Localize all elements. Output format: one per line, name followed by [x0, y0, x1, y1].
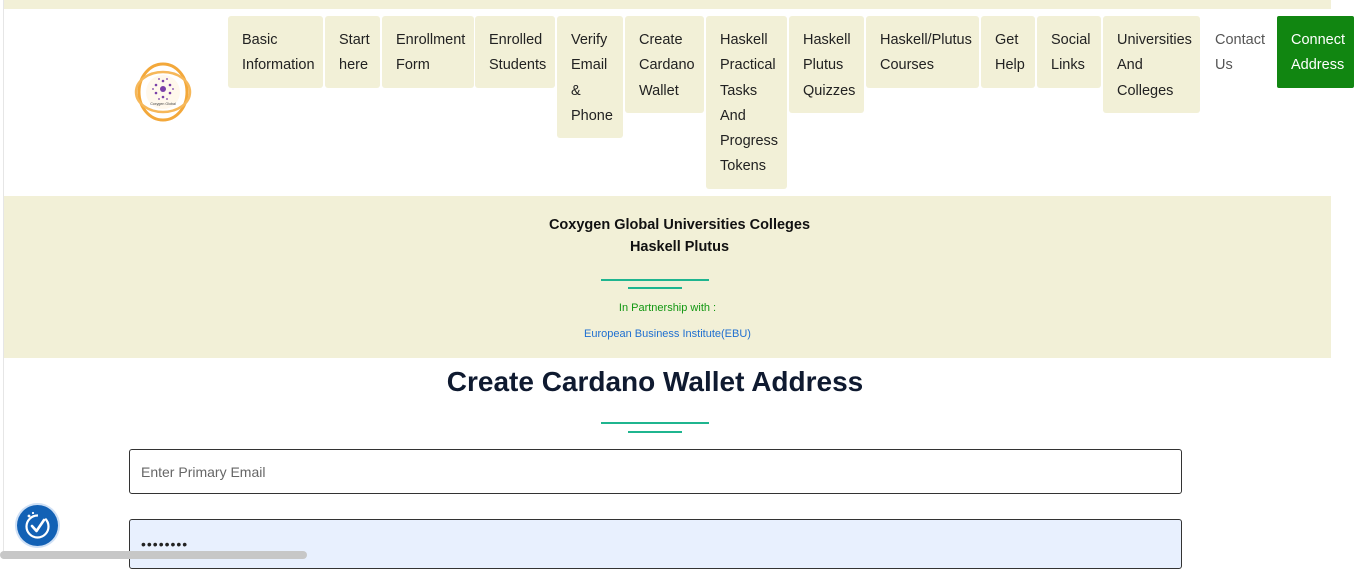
nav-start-here[interactable]: Start here: [325, 16, 380, 88]
nav-item-label-line: Progress: [720, 133, 779, 150]
nav-item-label-line: Us: [1215, 57, 1233, 74]
nav-item-label-line: Contact: [1215, 32, 1265, 48]
nav-enrollment-form[interactable]: Enrollment Form: [382, 16, 474, 88]
banner-divider-long: [601, 279, 709, 281]
nav-item-label-line: Address: [1291, 57, 1345, 74]
nav-item-label-line: here: [339, 57, 369, 74]
nav-item-label-line: Universities: [1117, 32, 1192, 48]
nav-item-label-line: Social: [1051, 32, 1091, 48]
nav-item-label-line: Connect: [1291, 32, 1346, 48]
nav-basic-information[interactable]: Basic Information: [228, 16, 323, 88]
logo-text: Coxygen Global: [150, 102, 176, 106]
banner-title-line1: Coxygen Global Universities Colleges: [548, 217, 811, 233]
nav-verify-email-phone[interactable]: Verify Email & Phone: [557, 16, 623, 138]
nav-item-label-line: Tokens: [720, 158, 766, 175]
nav-social-links[interactable]: Social Links: [1037, 16, 1101, 88]
horizontal-scrollbar[interactable]: [0, 551, 307, 559]
nav-haskell-practical-tasks[interactable]: Haskell Practical Tasks And Progress Tokens: [706, 16, 787, 189]
nav-item-label-line: Quizzes: [803, 82, 856, 99]
site-logo[interactable]: Coxygen Global: [133, 62, 193, 122]
nav-item-label-line: Colleges: [1117, 82, 1174, 99]
nav-create-cardano-wallet[interactable]: Create Cardano Wallet: [625, 16, 704, 113]
nav-item-label-line: Start: [339, 32, 370, 48]
nav-item-label-line: Courses: [880, 57, 934, 74]
accessibility-button[interactable]: [17, 505, 58, 546]
nav-item-label-line: Basic: [242, 32, 278, 48]
nav-item-label-line: Cardano: [639, 57, 695, 74]
nav-item-label-line: Tasks: [720, 82, 758, 99]
nav-item-label-line: Phone: [571, 107, 613, 124]
nav-item-label-line: Enrolled: [489, 32, 543, 48]
accessibility-check-icon: [25, 511, 50, 539]
nav-get-help[interactable]: Get Help: [981, 16, 1035, 88]
nav-haskell-plutus-courses[interactable]: Haskell/Plutus Courses: [866, 16, 979, 88]
top-strip: [4, 0, 1331, 9]
nav-item-label-line: Help: [995, 57, 1025, 74]
connect-address-button[interactable]: Connect Address: [1277, 16, 1354, 88]
nav-item-label-line: Create: [639, 32, 683, 48]
nav-item-label-line: Form: [396, 57, 430, 74]
heading-divider-short: [628, 431, 682, 433]
nav-item-label-line: Links: [1051, 57, 1085, 74]
primary-email-input[interactable]: [129, 449, 1182, 494]
nav-enrolled-students[interactable]: Enrolled Students: [475, 16, 555, 88]
nav-item-label-line: Enrollment: [396, 32, 466, 48]
banner-title-line2: Haskell Plutus: [629, 239, 730, 255]
nav-item-label-line: Haskell/Plutus: [880, 32, 972, 48]
nav-item-label-line: &: [571, 82, 581, 99]
nav-item-label-line: And: [720, 107, 746, 124]
nav-item-label-line: Email: [571, 57, 608, 74]
nav-item-label-line: Information: [242, 57, 315, 74]
coxygen-logo-icon: Coxygen Global: [134, 62, 192, 122]
nav-item-label-line: And: [1117, 57, 1143, 74]
nav-item-label-line: Wallet: [639, 82, 679, 99]
partnership-label: In Partnership with :: [618, 302, 717, 314]
nav-item-label-line: Haskell: [720, 32, 768, 48]
nav-contact-us[interactable]: Contact Us: [1201, 16, 1275, 88]
nav-item-label-line: Haskell: [803, 32, 851, 48]
page-title: Create Cardano Wallet Address: [446, 366, 864, 397]
nav-universities-and-colleges[interactable]: Universities And Colleges: [1103, 16, 1200, 113]
partner-link[interactable]: European Business Institute(EBU): [4, 328, 1331, 340]
nav-item-label-line: Plutus: [803, 57, 844, 74]
nav-item-label-line: Practical: [720, 57, 776, 74]
nav-item-label-line: Verify: [571, 32, 608, 48]
heading-divider-long: [601, 422, 709, 424]
password-input[interactable]: [129, 519, 1182, 569]
nav-haskell-plutus-quizzes[interactable]: Haskell Plutus Quizzes: [789, 16, 864, 113]
nav-item-label-line: Students: [489, 57, 547, 74]
nav-item-label-line: Get: [995, 32, 1019, 48]
banner-divider-short: [628, 287, 682, 289]
